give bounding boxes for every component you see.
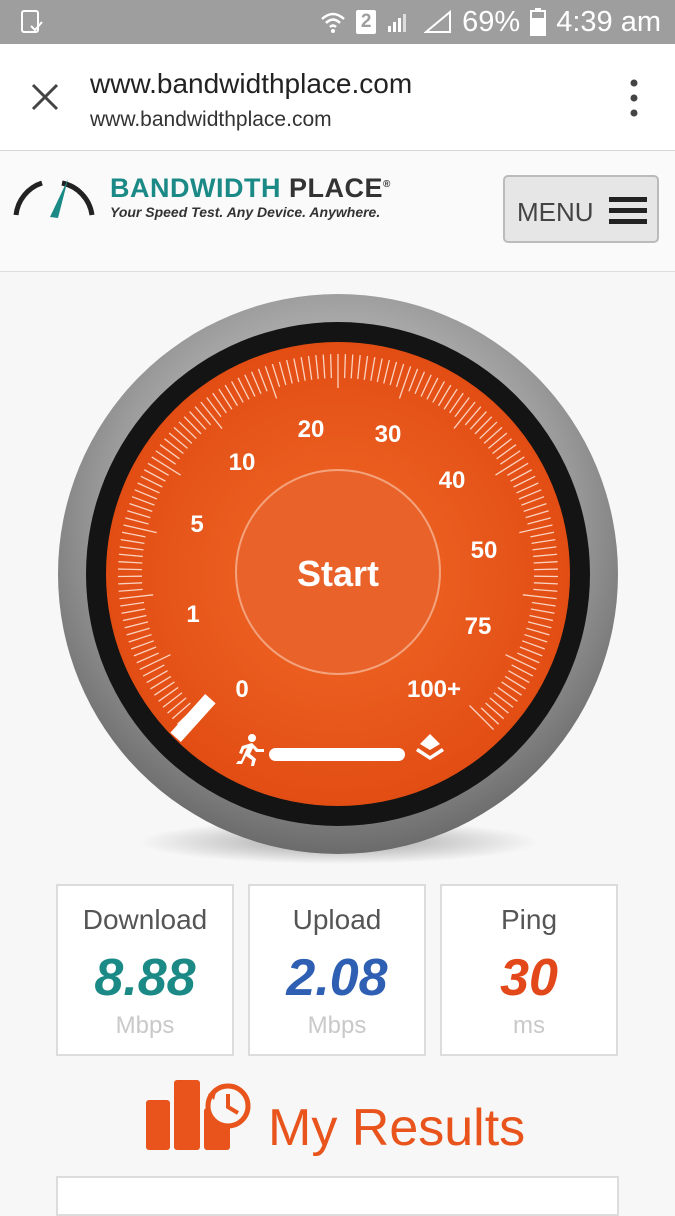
status-bar: 2 69% 4:39 am — [0, 0, 675, 44]
scale-label-5: 5 — [190, 511, 203, 538]
signal-empty-icon — [424, 10, 452, 34]
tagline: Your Speed Test. Any Device. Anywhere. — [110, 204, 380, 220]
scale-label-10: 10 — [229, 449, 256, 476]
start-button[interactable]: Start — [236, 470, 440, 674]
battery-percent: 69% — [462, 6, 520, 39]
my-results-label: My Results — [268, 1098, 525, 1158]
status-right: 2 69% 4:39 am — [320, 0, 661, 44]
download-label: Download — [58, 904, 232, 936]
gauge-tick — [331, 354, 332, 378]
upload-box: Upload 2.08 Mbps — [248, 884, 426, 1056]
menu-label: MENU — [517, 197, 594, 228]
upload-unit: Mbps — [250, 1012, 424, 1040]
hamburger-icon — [609, 195, 647, 227]
download-unit: Mbps — [58, 1012, 232, 1040]
scale-label-1: 1 — [186, 601, 199, 628]
brand-name[interactable]: BANDWIDTH PLACE® — [110, 173, 391, 204]
brand-part1: BANDWIDTH — [110, 173, 281, 203]
upload-label: Upload — [250, 904, 424, 936]
clock: 4:39 am — [556, 6, 661, 39]
my-results-heading[interactable]: My Results — [146, 1076, 546, 1156]
battery-icon — [530, 8, 546, 36]
results-summary: Download 8.88 Mbps Upload 2.08 Mbps Ping… — [56, 884, 619, 1058]
scale-label-100: 100+ — [407, 676, 461, 703]
gauge-svg: 0 1 5 10 20 30 40 50 75 100+ Start — [56, 292, 620, 872]
ping-value: 30 — [442, 948, 616, 1008]
start-label: Start — [297, 553, 379, 594]
ping-label: Ping — [442, 904, 616, 936]
progress-track — [269, 748, 405, 761]
ping-box: Ping 30 ms — [440, 884, 618, 1056]
scale-label-30: 30 — [375, 421, 402, 448]
trademark: ® — [383, 179, 391, 190]
gauge-tick — [118, 569, 142, 570]
close-icon[interactable] — [28, 80, 62, 114]
site-header: BANDWIDTH PLACE® Your Speed Test. Any De… — [0, 151, 675, 272]
gauge-tick — [534, 569, 558, 570]
gauge-tick — [345, 354, 346, 378]
speed-gauge: 0 1 5 10 20 30 40 50 75 100+ Start — [56, 292, 620, 872]
signal-icon — [386, 10, 414, 34]
page-title: www.bandwidthplace.com — [90, 68, 412, 100]
download-value: 8.88 — [58, 948, 232, 1008]
sim-badge: 2 — [356, 10, 376, 34]
scale-label-20: 20 — [298, 416, 325, 443]
scale-label-0: 0 — [235, 676, 248, 703]
ping-unit: ms — [442, 1012, 616, 1040]
upload-value: 2.08 — [250, 948, 424, 1008]
results-card — [56, 1176, 619, 1216]
page-url[interactable]: www.bandwidthplace.com — [90, 108, 332, 132]
scale-label-75: 75 — [465, 613, 492, 640]
bar-chart-history-icon — [146, 1078, 254, 1154]
menu-button[interactable]: MENU — [503, 175, 659, 243]
custom-tab-toolbar: www.bandwidthplace.com www.bandwidthplac… — [0, 44, 675, 151]
scale-label-40: 40 — [439, 467, 466, 494]
logo-gauge-icon[interactable] — [12, 171, 96, 221]
scale-label-50: 50 — [471, 537, 498, 564]
download-notification-icon — [18, 9, 44, 35]
brand-part2: PLACE — [289, 173, 383, 203]
more-vert-icon[interactable] — [629, 78, 639, 118]
wifi-icon — [320, 10, 346, 34]
download-box: Download 8.88 Mbps — [56, 884, 234, 1056]
